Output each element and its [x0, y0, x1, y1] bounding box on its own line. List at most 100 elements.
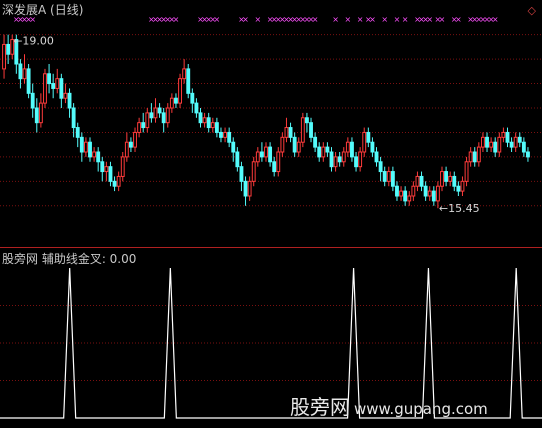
candle-body [202, 117, 207, 124]
candle-body [497, 136, 502, 153]
candle-body [345, 141, 350, 153]
candle-body [219, 131, 223, 138]
candle-body [374, 151, 379, 163]
candle-body [88, 141, 92, 158]
candle-body [272, 161, 277, 173]
candle-body [38, 102, 43, 124]
price-chart[interactable]: ××××× ××××××× ××××× ×× × ×××××××××××× × × × ×× × × ×… [0, 0, 542, 248]
candle-body [300, 117, 305, 143]
candle-body [112, 180, 117, 187]
candle-body [276, 151, 281, 173]
candle-body [423, 185, 428, 197]
signal-mark: × [492, 15, 499, 24]
candle-body [157, 107, 162, 114]
candle-body [174, 97, 178, 104]
signal-mark: × [426, 15, 433, 24]
candle-body [354, 156, 358, 168]
candle-body [210, 122, 215, 129]
candle-body [415, 175, 420, 187]
candle-body [30, 92, 35, 109]
signal-mark: × [214, 15, 221, 24]
candle-body [268, 146, 273, 163]
candle-body [321, 146, 326, 158]
low-price-label: ←15.45 [439, 202, 480, 215]
candle-body [55, 78, 60, 89]
candle-body [464, 161, 469, 182]
candle-body [264, 146, 268, 158]
candle-body [521, 141, 526, 153]
candle-body [149, 112, 154, 119]
candle-body [223, 131, 228, 138]
candle-body [472, 151, 477, 163]
candle-body [79, 136, 84, 153]
candle-body [395, 185, 399, 197]
candle-body [128, 141, 133, 148]
watermark-url: www.gupang.com [354, 400, 488, 418]
candle-body [399, 190, 404, 197]
watermark-brand: 股旁网 [290, 395, 350, 419]
candle-body [493, 141, 498, 153]
candle-body [239, 166, 244, 182]
candle-body [448, 175, 453, 182]
candle-body [2, 43, 6, 70]
candle-body [83, 141, 88, 153]
candle-body [104, 166, 109, 173]
candle-body [100, 161, 105, 173]
candle-body [165, 107, 170, 124]
signal-mark: × [394, 15, 401, 24]
candle-body [501, 131, 506, 138]
candle-body [22, 68, 27, 80]
candle-body [47, 73, 52, 85]
candle-body [485, 136, 489, 148]
candle-body [124, 141, 129, 158]
candle-body [178, 78, 182, 104]
candle-body [108, 166, 113, 182]
candle-body [341, 151, 346, 163]
candle-body [313, 136, 318, 148]
signal-mark: × [312, 15, 319, 24]
signal-mark: × [357, 15, 364, 24]
candle-body [288, 127, 293, 138]
candle-body [505, 131, 510, 143]
candle-body [390, 171, 395, 187]
candle-body [141, 122, 146, 129]
candle-body [92, 151, 97, 158]
signal-mark: × [369, 15, 376, 24]
candle-body [460, 180, 465, 192]
candle-body [169, 97, 174, 109]
signal-mark: × [254, 15, 261, 24]
candle-body [468, 151, 473, 163]
candle-body [247, 180, 252, 197]
signal-mark: × [381, 15, 388, 24]
candle-body [440, 171, 444, 187]
candle-body [259, 151, 264, 158]
candle-body [386, 171, 391, 182]
candle-body [161, 112, 166, 124]
candle-body [513, 136, 518, 148]
candle-body [120, 156, 125, 177]
candle-body [227, 131, 232, 143]
candle-body [34, 107, 39, 124]
candle-body [51, 83, 56, 89]
candle-body [489, 141, 494, 148]
candle-body [194, 102, 199, 114]
candle-body [382, 171, 387, 182]
candle-body [403, 190, 408, 202]
candle-body [67, 92, 72, 109]
candle-body [452, 175, 457, 187]
high-price-label: ←19.00 [13, 35, 54, 48]
signal-mark: × [242, 15, 249, 24]
candle-body [18, 63, 23, 80]
candle-body [116, 175, 121, 187]
signal-mark: × [173, 15, 180, 24]
signal-mark: × [455, 15, 462, 24]
watermark: 股旁网 www.gupang.com [290, 391, 488, 420]
candle-body [292, 136, 297, 153]
candle-body [476, 146, 481, 163]
candle-body [435, 185, 440, 202]
candle-body [333, 156, 338, 168]
candle-body [280, 136, 285, 153]
candle-body [317, 146, 322, 158]
stock-title: 深发展A (日线) [2, 3, 84, 17]
diamond-icon[interactable]: ◇ [528, 4, 536, 17]
